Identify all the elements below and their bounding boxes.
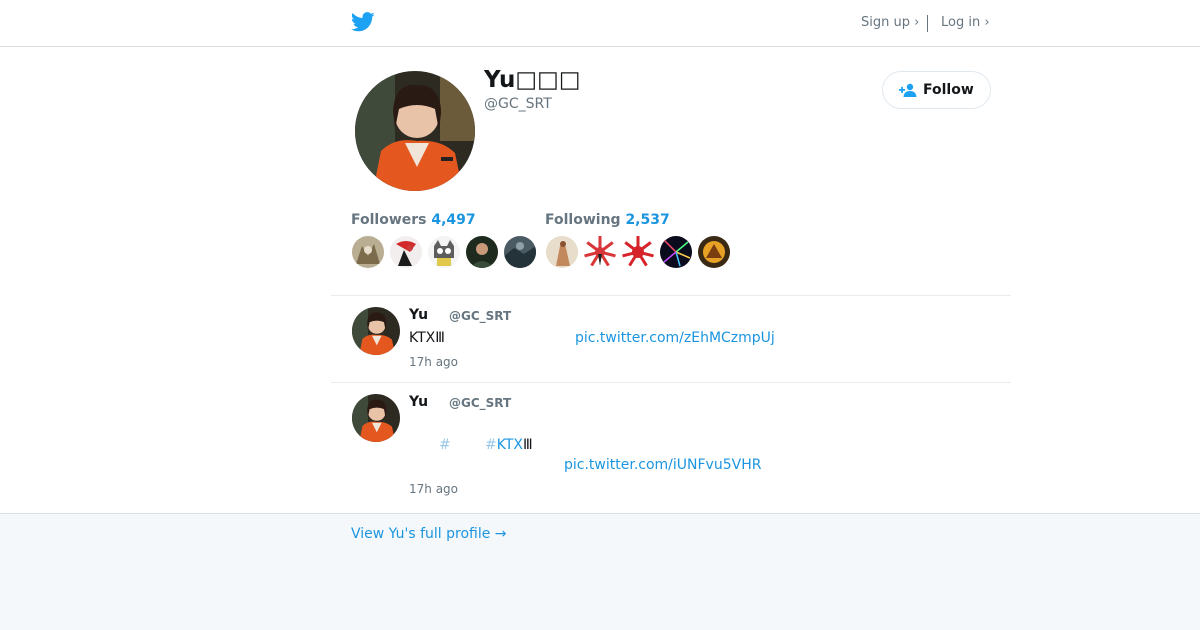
tweet-media-link[interactable]: pic.twitter.com/iUNFvu5VHR bbox=[564, 457, 761, 473]
divider bbox=[331, 382, 1011, 383]
tweet-timestamp[interactable]: 17h ago bbox=[409, 355, 458, 369]
add-user-icon bbox=[899, 83, 917, 97]
signup-link[interactable]: Sign up › bbox=[861, 15, 919, 30]
followers-stat[interactable]: Followers 4,497 bbox=[351, 212, 476, 228]
following-avatar[interactable] bbox=[660, 236, 692, 268]
followers-count: 4,497 bbox=[431, 212, 476, 228]
hashtag-link[interactable]: #KTXⅢ bbox=[485, 437, 533, 453]
follower-avatar[interactable] bbox=[504, 236, 536, 268]
view-full-profile-link[interactable]: View Yu's full profile → bbox=[351, 526, 507, 542]
divider bbox=[331, 295, 1011, 296]
hashtag-link[interactable]: # bbox=[439, 437, 451, 453]
profile-card: Yu□□□ @GC_SRT Follow Followers 4,497 Fol… bbox=[0, 47, 1200, 514]
nav-divider bbox=[927, 15, 928, 32]
tweet-avatar[interactable] bbox=[352, 307, 400, 355]
hashtag-text: KTX bbox=[496, 437, 523, 453]
follower-avatar[interactable] bbox=[352, 236, 384, 268]
following-avatars bbox=[546, 236, 730, 268]
follow-button[interactable]: Follow bbox=[882, 71, 991, 109]
following-count: 2,537 bbox=[625, 212, 670, 228]
tweet-timestamp[interactable]: 17h ago bbox=[409, 482, 458, 496]
login-link[interactable]: Log in › bbox=[941, 15, 990, 30]
hashtag-suffix: Ⅲ bbox=[522, 437, 533, 453]
followers-avatars bbox=[352, 236, 536, 268]
profile-name: Yu□□□ bbox=[484, 67, 581, 93]
tweet-author-handle[interactable]: @GC_SRT bbox=[449, 309, 511, 323]
profile-handle: @GC_SRT bbox=[484, 96, 552, 112]
follower-avatar[interactable] bbox=[390, 236, 422, 268]
tweet-author-name[interactable]: Yu bbox=[409, 394, 428, 410]
following-stat[interactable]: Following 2,537 bbox=[545, 212, 670, 228]
tweet-avatar[interactable] bbox=[352, 394, 400, 442]
tweet-text: KTXⅢ bbox=[409, 330, 445, 346]
follower-avatar[interactable] bbox=[428, 236, 460, 268]
tweet-media-link[interactable]: pic.twitter.com/zEhMCzmpUj bbox=[575, 330, 775, 346]
followers-label: Followers bbox=[351, 212, 427, 228]
hashtag-symbol: # bbox=[485, 437, 497, 453]
top-bar: Sign up › Log in › bbox=[0, 0, 1200, 47]
following-label: Following bbox=[545, 212, 621, 228]
profile-avatar[interactable] bbox=[355, 71, 475, 191]
following-avatar[interactable] bbox=[546, 236, 578, 268]
follower-avatar[interactable] bbox=[466, 236, 498, 268]
follow-button-label: Follow bbox=[923, 82, 974, 98]
tweet-author-handle[interactable]: @GC_SRT bbox=[449, 396, 511, 410]
following-avatar[interactable] bbox=[622, 236, 654, 268]
following-avatar[interactable] bbox=[584, 236, 616, 268]
twitter-bird-icon[interactable] bbox=[351, 11, 375, 33]
following-avatar[interactable] bbox=[698, 236, 730, 268]
tweet-author-name[interactable]: Yu bbox=[409, 307, 428, 323]
